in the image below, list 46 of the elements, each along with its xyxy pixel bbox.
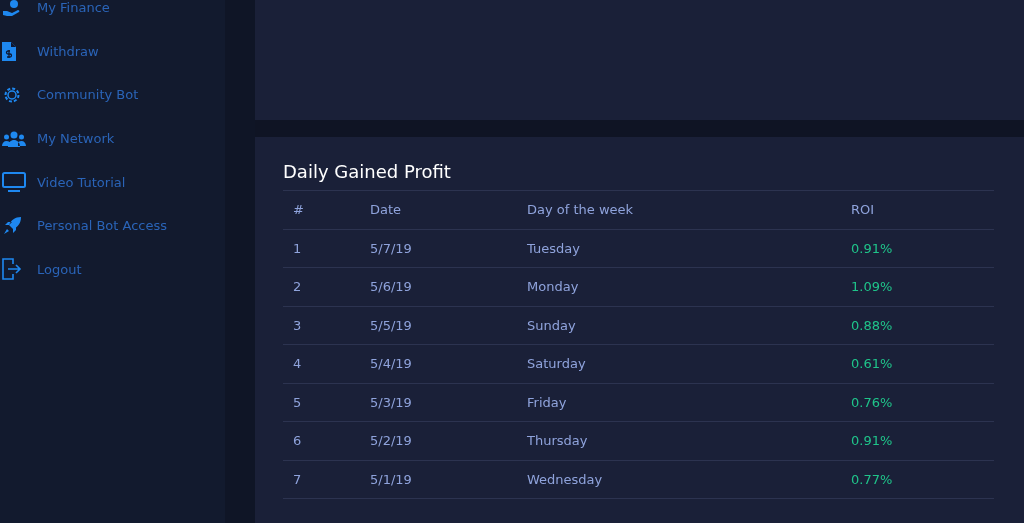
table-cell: 1.09%	[841, 267, 994, 306]
sidebar-item[interactable]: Personal Bot Access	[0, 203, 225, 248]
monitor-icon	[2, 172, 26, 193]
table-cell: 2	[283, 267, 360, 306]
column-header: Date	[360, 190, 517, 229]
table-cell: 5/4/19	[360, 344, 517, 383]
table-cell: Wednesday	[517, 460, 841, 499]
table-cell: 3	[283, 306, 360, 345]
table-cell: 4	[283, 344, 360, 383]
table-cell: Saturday	[517, 344, 841, 383]
gear-icon	[2, 85, 22, 105]
table-cell: 0.91%	[841, 421, 994, 460]
sidebar-item[interactable]: Community Bot	[0, 73, 225, 117]
table-cell: 0.61%	[841, 344, 994, 383]
rocket-icon	[2, 215, 22, 236]
table-cell: Friday	[517, 383, 841, 422]
table-cell: Monday	[517, 267, 841, 306]
table-cell: Thursday	[517, 421, 841, 460]
table-cell: Sunday	[517, 306, 841, 345]
table-cell: 5/7/19	[360, 229, 517, 268]
table-cell: 6	[283, 421, 360, 460]
table-cell: 5/2/19	[360, 421, 517, 460]
table-cell: 0.88%	[841, 306, 994, 345]
sidebar-item[interactable]: Logout	[0, 247, 225, 292]
sidebar-item[interactable]: Video Tutorial	[0, 160, 225, 204]
table-cell: 1	[283, 229, 360, 268]
table-cell: 7	[283, 460, 360, 499]
sidebar-item[interactable]: My Finance	[0, 0, 225, 30]
column-header: ROI	[841, 190, 994, 229]
table-cell: 5/1/19	[360, 460, 517, 499]
sidebar-item[interactable]: My Network	[0, 116, 225, 161]
column-header: Day of the week	[517, 190, 841, 229]
table-cell: 0.76%	[841, 383, 994, 422]
sidebar-item[interactable]: Withdraw	[0, 29, 225, 74]
hand-coin-icon	[2, 0, 22, 17]
table-cell: 5/3/19	[360, 383, 517, 422]
people-icon	[2, 130, 26, 147]
table-cell: 5/5/19	[360, 306, 517, 345]
column-header: #	[283, 190, 360, 229]
card-title: Daily Gained Profit	[283, 161, 452, 182]
table-cell: 0.91%	[841, 229, 994, 268]
table-cell: 0.77%	[841, 460, 994, 499]
logout-icon	[2, 258, 22, 281]
table-cell: 5/6/19	[360, 267, 517, 306]
table-cell: 5	[283, 383, 360, 422]
table-cell: Tuesday	[517, 229, 841, 268]
